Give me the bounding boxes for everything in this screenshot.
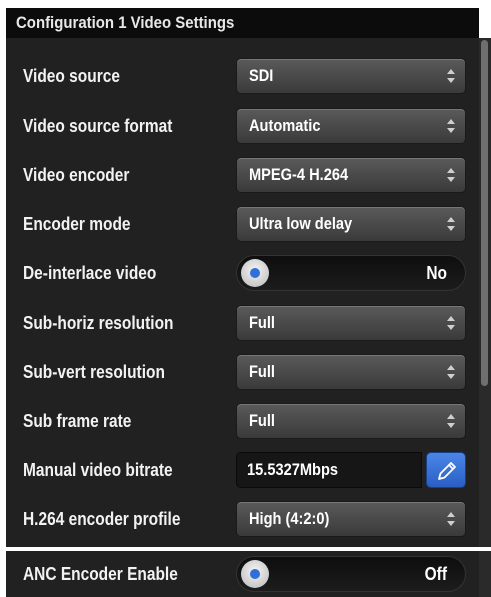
row-sub-frame-rate: Sub frame rate Full: [6, 397, 479, 445]
sub-vert-resolution-label: Sub-vert resolution: [23, 362, 165, 382]
h264-encoder-profile-label: H.264 encoder profile: [23, 509, 181, 529]
up-down-arrows-icon: [447, 316, 455, 330]
panel-title: Configuration 1 Video Settings: [6, 8, 479, 38]
anc-scrollbar-track: [479, 551, 491, 597]
sub-vert-resolution-select[interactable]: Full: [236, 354, 466, 390]
video-source-value: SDI: [249, 66, 274, 85]
row-video-encoder: Video encoder MPEG-4 H.264: [6, 151, 479, 199]
row-video-source: Video source SDI: [6, 52, 479, 100]
sub-vert-resolution-value: Full: [249, 362, 275, 381]
row-sub-horiz-resolution: Sub-horiz resolution Full: [6, 299, 479, 347]
row-video-source-format: Video source format Automatic: [6, 102, 479, 150]
manual-video-bitrate-label: Manual video bitrate: [23, 460, 173, 480]
toggle-knob-icon[interactable]: [241, 560, 269, 588]
h264-encoder-profile-value: High (4:2:0): [249, 509, 330, 528]
sub-horiz-resolution-select[interactable]: Full: [236, 305, 466, 341]
de-interlace-video-toggle[interactable]: No: [236, 255, 466, 291]
de-interlace-video-value: No: [426, 263, 447, 283]
row-sub-vert-resolution: Sub-vert resolution Full: [6, 348, 479, 396]
encoder-mode-select[interactable]: Ultra low delay: [236, 206, 466, 242]
pencil-icon: [438, 462, 456, 480]
video-encoder-select[interactable]: MPEG-4 H.264: [236, 157, 466, 193]
sub-horiz-resolution-value: Full: [249, 313, 275, 332]
sub-horiz-resolution-label: Sub-horiz resolution: [23, 313, 174, 333]
sub-frame-rate-select[interactable]: Full: [236, 403, 466, 439]
up-down-arrows-icon: [447, 168, 455, 182]
anc-encoder-enable-toggle[interactable]: Off: [236, 556, 466, 592]
up-down-arrows-icon: [447, 365, 455, 379]
video-source-format-value: Automatic: [249, 116, 321, 135]
panel-title-text: Configuration 1 Video Settings: [16, 13, 235, 32]
row-manual-video-bitrate: Manual video bitrate 15.5327Mbps: [6, 446, 479, 494]
video-encoder-value: MPEG-4 H.264: [249, 165, 349, 184]
anc-encoder-enable-label: ANC Encoder Enable: [23, 564, 178, 584]
anc-encoder-enable-value: Off: [424, 564, 447, 584]
video-source-format-select[interactable]: Automatic: [236, 108, 466, 144]
encoder-mode-label: Encoder mode: [23, 214, 131, 234]
sub-frame-rate-value: Full: [249, 411, 275, 430]
row-encoder-mode: Encoder mode Ultra low delay: [6, 200, 479, 248]
de-interlace-video-label: De-interlace video: [23, 263, 157, 283]
video-source-label: Video source: [23, 66, 120, 86]
video-source-format-label: Video source format: [23, 116, 173, 136]
up-down-arrows-icon: [447, 69, 455, 83]
sub-frame-rate-label: Sub frame rate: [23, 411, 132, 431]
edit-bitrate-button[interactable]: [426, 452, 466, 488]
scrollbar-thumb[interactable]: [481, 40, 488, 386]
row-anc-encoder-enable: ANC Encoder Enable Off: [6, 551, 479, 597]
up-down-arrows-icon: [447, 414, 455, 428]
manual-video-bitrate-value: 15.5327Mbps: [247, 460, 339, 479]
row-h264-encoder-profile: H.264 encoder profile High (4:2:0): [6, 495, 479, 543]
video-source-select[interactable]: SDI: [236, 58, 466, 94]
row-de-interlace-video: De-interlace video No: [6, 249, 479, 297]
encoder-mode-value: Ultra low delay: [249, 214, 353, 233]
up-down-arrows-icon: [447, 512, 455, 526]
h264-encoder-profile-select[interactable]: High (4:2:0): [236, 501, 466, 537]
up-down-arrows-icon: [447, 119, 455, 133]
video-encoder-label: Video encoder: [23, 165, 130, 185]
manual-video-bitrate-field[interactable]: 15.5327Mbps: [236, 452, 422, 488]
up-down-arrows-icon: [447, 217, 455, 231]
toggle-knob-icon[interactable]: [241, 259, 269, 287]
